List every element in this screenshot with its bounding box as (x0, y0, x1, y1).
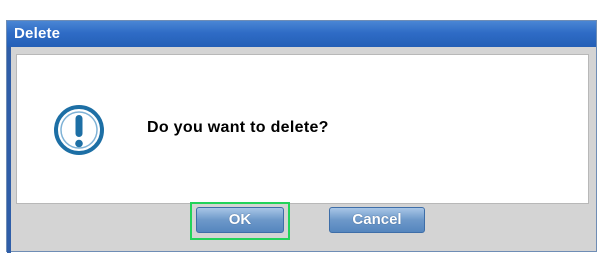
ok-button[interactable]: OK (196, 207, 284, 233)
dialog-left-edge (7, 47, 11, 253)
message-panel: Do you want to delete? (16, 54, 589, 204)
title-bar[interactable]: Delete (7, 21, 596, 47)
dialog-title: Delete (14, 25, 61, 42)
exclamation-icon (54, 105, 104, 155)
dialog-message: Do you want to delete? (147, 119, 329, 136)
delete-dialog: Delete Do you want to delete? OK Cancel (6, 20, 597, 253)
cancel-button[interactable]: Cancel (329, 207, 425, 233)
